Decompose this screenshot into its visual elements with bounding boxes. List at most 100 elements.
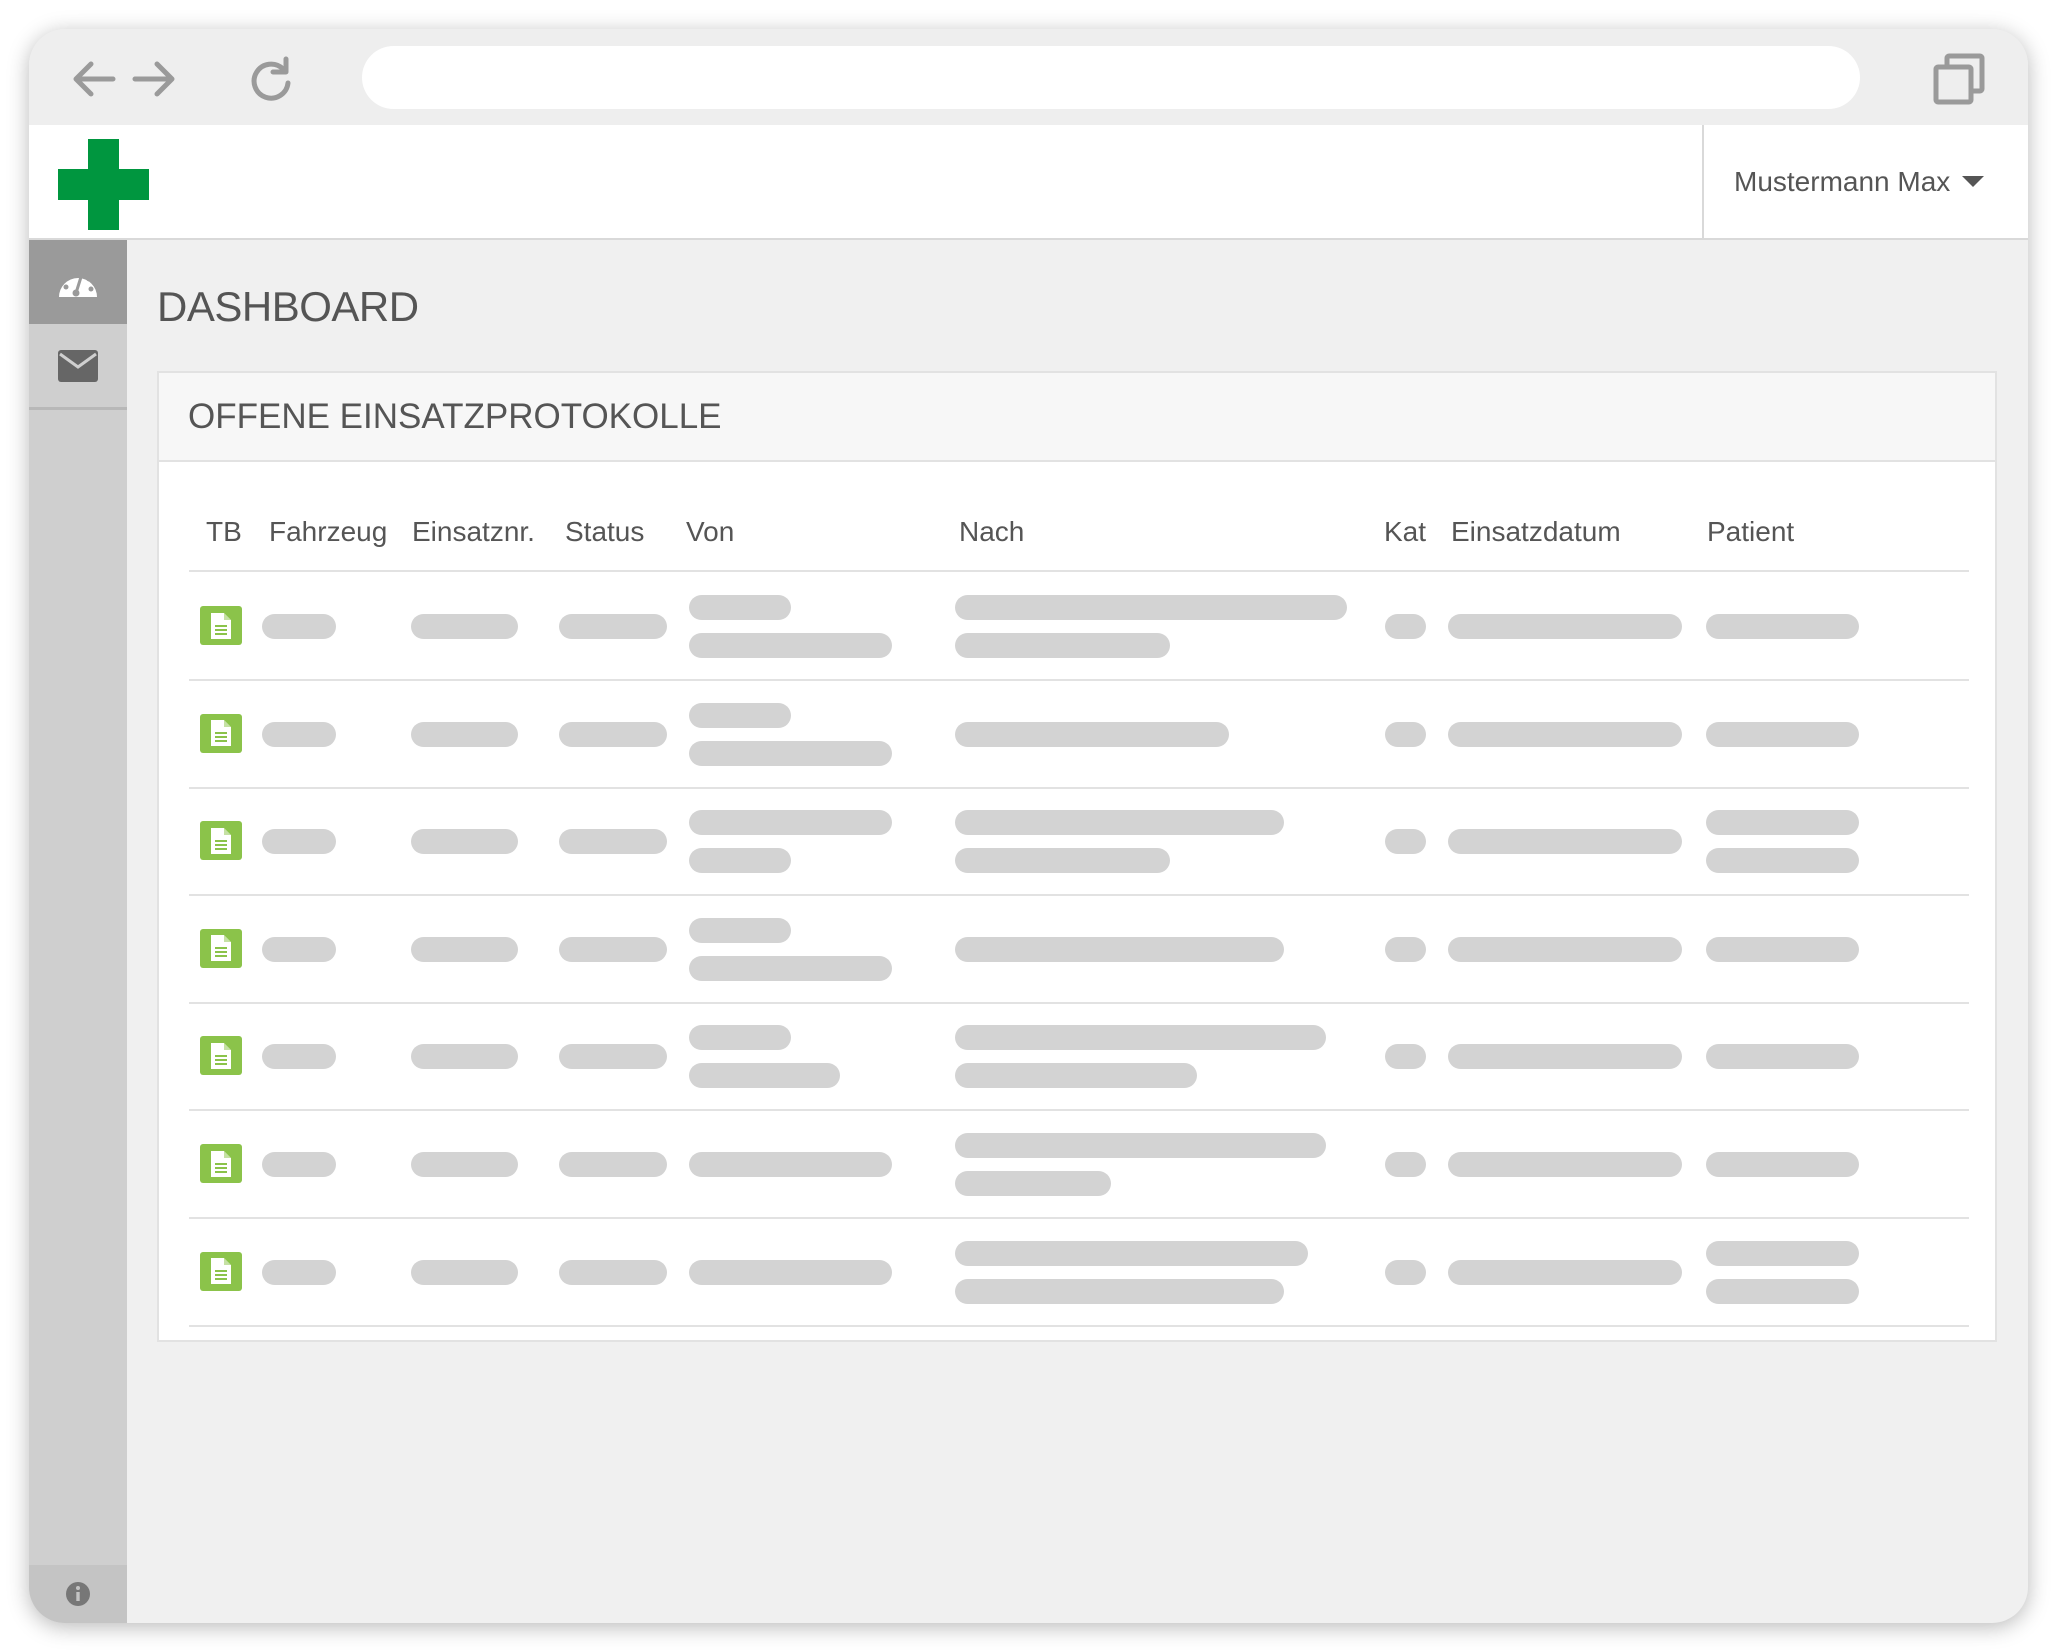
von-placeholder (689, 917, 791, 943)
nach-placeholder (955, 721, 1229, 747)
kat-placeholder (1385, 1259, 1426, 1285)
document-icon[interactable] (200, 821, 242, 861)
header-divider (189, 570, 1969, 572)
row-divider (189, 1217, 1969, 1219)
row-divider (189, 1001, 1969, 1004)
page-title: DASHBOARD (157, 283, 419, 330)
status-placeholder (559, 829, 667, 855)
einsatzdatum-placeholder (1448, 614, 1682, 639)
einsatzdatum-placeholder (1448, 721, 1682, 747)
nach-placeholder (955, 1133, 1326, 1158)
von-placeholder (689, 633, 892, 658)
info-button[interactable] (29, 1565, 127, 1623)
caret-down-icon (1962, 176, 1985, 187)
einsatzdatum-placeholder (1448, 936, 1682, 962)
fahrzeug-placeholder (262, 1152, 336, 1177)
browser-toolbar (29, 29, 2028, 125)
patient-placeholder (1706, 1152, 1859, 1177)
column-header-patient[interactable]: Patient (1707, 516, 1794, 548)
patient-placeholder (1706, 614, 1859, 639)
logo-cross-icon[interactable] (58, 139, 149, 230)
sidebar-item-dashboard[interactable] (29, 240, 127, 324)
address-bar[interactable] (362, 46, 1860, 109)
fahrzeug-placeholder (262, 1044, 336, 1070)
von-placeholder (689, 810, 892, 836)
column-header-status[interactable]: Status (565, 516, 644, 548)
nach-placeholder (955, 1025, 1326, 1051)
nach-placeholder (955, 1063, 1197, 1089)
status-placeholder (559, 936, 667, 962)
nach-placeholder (955, 848, 1170, 874)
document-icon[interactable] (200, 1144, 242, 1183)
kat-placeholder (1385, 721, 1426, 747)
kat-placeholder (1385, 1152, 1426, 1177)
nach-placeholder (955, 633, 1170, 658)
kat-placeholder (1385, 1044, 1426, 1070)
einsatznr-placeholder (411, 1044, 518, 1070)
row-divider (189, 1324, 1969, 1327)
reload-icon[interactable] (246, 53, 298, 105)
column-header-fahrzeug[interactable]: Fahrzeug (269, 516, 387, 548)
info-icon (66, 1582, 90, 1606)
document-icon[interactable] (200, 1036, 242, 1076)
von-placeholder (689, 740, 892, 766)
nach-placeholder (955, 595, 1347, 620)
patient-placeholder (1706, 1044, 1859, 1070)
column-header-tb[interactable]: TB (206, 516, 242, 548)
patient-placeholder (1706, 1240, 1859, 1266)
status-placeholder (559, 1044, 667, 1070)
von-placeholder (689, 955, 892, 981)
back-icon[interactable] (68, 53, 120, 105)
app-header: Mustermann Max (29, 125, 2028, 240)
fahrzeug-placeholder (262, 721, 336, 747)
sidebar (29, 240, 127, 1623)
von-placeholder (689, 1063, 840, 1089)
column-header-einsatzdatum[interactable]: Einsatzdatum (1451, 516, 1621, 548)
einsatznr-placeholder (411, 829, 518, 855)
column-header-nach[interactable]: Nach (959, 516, 1024, 548)
nach-placeholder (955, 1171, 1111, 1196)
kat-placeholder (1385, 936, 1426, 962)
von-placeholder (689, 1259, 892, 1285)
von-placeholder (689, 848, 791, 874)
status-placeholder (559, 1259, 667, 1285)
patient-placeholder (1706, 936, 1859, 962)
sidebar-item-messages[interactable] (29, 324, 127, 410)
windows-icon[interactable] (1933, 53, 1985, 105)
nach-placeholder (955, 810, 1284, 836)
einsatzdatum-placeholder (1448, 1044, 1682, 1070)
user-menu[interactable]: Mustermann Max (1702, 125, 2028, 238)
fahrzeug-placeholder (262, 829, 336, 855)
einsatzdatum-placeholder (1448, 829, 1682, 855)
row-divider (189, 1109, 1969, 1112)
nach-placeholder (955, 936, 1284, 962)
document-icon[interactable] (200, 1251, 242, 1291)
einsatznr-placeholder (411, 721, 518, 747)
nach-placeholder (955, 1240, 1308, 1266)
envelope-icon (58, 349, 98, 382)
document-icon[interactable] (200, 606, 242, 645)
open-protocols-panel: OFFENE EINSATZPROTOKOLLE TB Fahrzeug Ein… (157, 371, 1997, 1342)
von-placeholder (689, 595, 791, 620)
forward-icon[interactable] (128, 53, 180, 105)
row-divider (189, 894, 1969, 897)
patient-placeholder (1706, 810, 1859, 836)
document-icon[interactable] (200, 713, 242, 753)
dashboard-gauge-icon (59, 270, 97, 297)
column-header-kat[interactable]: Kat (1384, 516, 1426, 548)
kat-placeholder (1385, 614, 1426, 639)
von-placeholder (689, 702, 791, 728)
browser-window: Mustermann Max DASHBOARD OFFENE EINSATZP… (29, 29, 2028, 1623)
panel-title: OFFENE EINSATZPROTOKOLLE (159, 373, 1995, 462)
status-placeholder (559, 614, 667, 639)
document-icon[interactable] (200, 928, 242, 968)
fahrzeug-placeholder (262, 1259, 336, 1285)
einsatzdatum-placeholder (1448, 1259, 1682, 1285)
row-divider (189, 786, 1969, 789)
einsatznr-placeholder (411, 1259, 518, 1285)
column-header-einsatznr[interactable]: Einsatznr. (412, 516, 535, 548)
column-header-von[interactable]: Von (686, 516, 734, 548)
fahrzeug-placeholder (262, 936, 336, 962)
nach-placeholder (955, 1278, 1284, 1304)
user-name: Mustermann Max (1734, 165, 1951, 197)
